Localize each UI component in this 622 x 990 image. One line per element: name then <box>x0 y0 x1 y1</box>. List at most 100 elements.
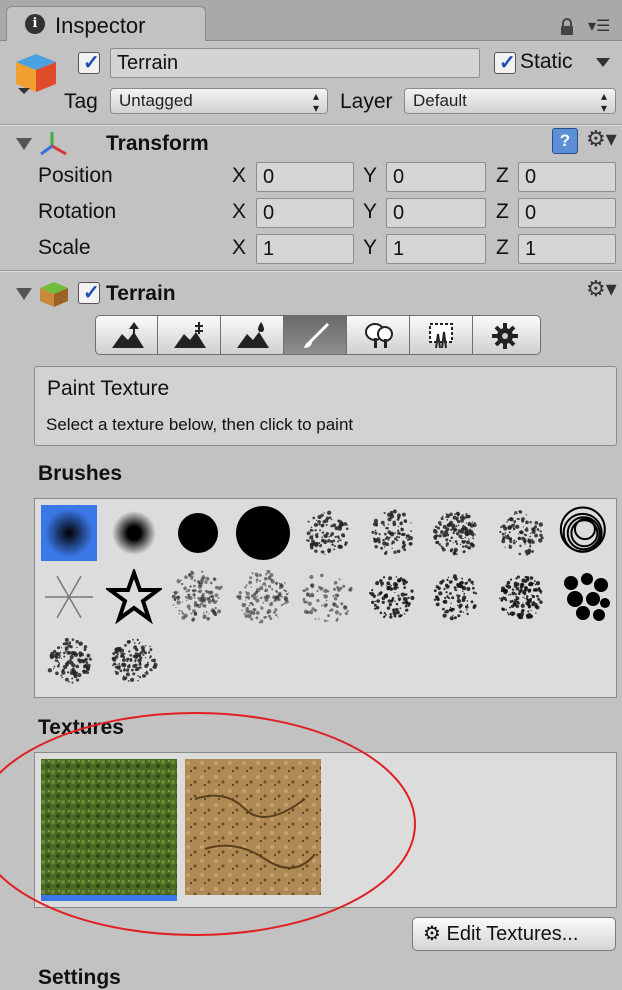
x-value-field[interactable]: 0 <box>256 162 354 192</box>
brushes-grid <box>34 498 617 698</box>
place-trees-icon <box>365 323 393 348</box>
brush-swatch[interactable] <box>41 569 97 625</box>
paint-height-icon <box>174 322 206 348</box>
static-label: Static <box>520 50 573 73</box>
paint-details-button[interactable] <box>410 315 473 355</box>
tab-menu-icon[interactable]: ▾☰ <box>588 18 618 36</box>
updown-arrows-icon: ▴ ▾ <box>600 89 607 115</box>
place-trees-button[interactable] <box>347 315 410 355</box>
brush-swatch[interactable] <box>557 505 613 561</box>
lock-icon[interactable] <box>560 18 574 36</box>
brush-shape-icon <box>178 513 218 553</box>
brush-swatch[interactable] <box>41 505 97 561</box>
terrain-settings-button[interactable] <box>473 315 541 355</box>
z-value-field[interactable]: 1 <box>518 234 616 264</box>
inspector-tab-title: Inspector <box>55 13 146 38</box>
transform-row-label: Rotation <box>38 200 117 223</box>
brush-swatch[interactable] <box>364 569 420 625</box>
z-value-field[interactable]: 0 <box>518 198 616 228</box>
axis-z-label: Z <box>496 164 509 187</box>
tool-help-box: Paint Texture Select a texture below, th… <box>34 366 617 446</box>
brush-swatch[interactable] <box>299 569 355 625</box>
brush-swatch[interactable] <box>103 566 164 625</box>
transform-title: Transform <box>106 132 209 155</box>
axis-x-label: X <box>232 200 247 223</box>
brush-shape-icon <box>235 569 289 624</box>
y-value-field[interactable]: 1 <box>386 234 486 264</box>
object-name-field[interactable]: Terrain <box>110 48 480 78</box>
inspector-tab[interactable]: i Inspector <box>6 6 206 43</box>
raise-lower-icon <box>112 322 144 348</box>
tag-dropdown[interactable]: Untagged ▴ ▾ <box>110 88 328 114</box>
transform-row-label: Scale <box>38 236 91 259</box>
brush-swatch[interactable] <box>299 505 355 561</box>
info-icon: i <box>25 14 45 34</box>
smooth-height-icon <box>237 322 269 348</box>
static-dropdown-icon[interactable] <box>596 58 610 67</box>
layer-label: Layer <box>340 90 393 113</box>
brush-shape-icon <box>103 566 164 625</box>
divider <box>0 271 622 272</box>
brush-swatch[interactable] <box>235 505 291 561</box>
terrain-foldout-icon[interactable] <box>16 288 32 300</box>
layer-dropdown[interactable]: Default ▴ ▾ <box>404 88 616 114</box>
brush-swatch[interactable] <box>41 633 97 689</box>
brush-shape-icon <box>432 511 477 556</box>
paint-texture-icon <box>304 322 330 348</box>
brush-swatch[interactable] <box>235 569 291 625</box>
axis-y-label: Y <box>363 236 378 259</box>
active-checkbox[interactable]: ✓ <box>78 52 100 74</box>
brush-shape-icon <box>235 506 290 560</box>
brush-swatch[interactable] <box>170 569 226 625</box>
tool-help-description: Select a texture below, then click to pa… <box>46 415 354 434</box>
brush-swatch[interactable] <box>428 569 484 625</box>
transform-foldout-icon[interactable] <box>16 138 32 150</box>
transform-axes-icon <box>40 132 67 156</box>
settings-gear-icon <box>492 323 518 349</box>
paint-texture-button[interactable] <box>284 315 347 355</box>
transform-settings-gear-icon[interactable]: ⚙▾ <box>586 126 617 152</box>
x-value-field[interactable]: 1 <box>256 234 354 264</box>
brush-shape-icon <box>171 570 223 622</box>
brush-swatch[interactable] <box>364 505 420 561</box>
brush-shape-icon <box>47 637 92 684</box>
edit-textures-button[interactable]: ⚙ Edit Textures... <box>412 917 616 951</box>
axis-x-label: X <box>232 236 247 259</box>
raise-lower-terrain-button[interactable] <box>95 315 158 355</box>
static-checkbox[interactable]: ✓ <box>494 52 516 74</box>
brush-swatch[interactable] <box>170 505 226 561</box>
brush-shape-icon <box>498 510 544 556</box>
z-value-field[interactable]: 0 <box>518 162 616 192</box>
paint-height-button[interactable] <box>158 315 221 355</box>
inspector-tab-bar: i Inspector ▾☰ <box>0 0 622 43</box>
brush-shape-icon <box>45 575 93 619</box>
smooth-height-button[interactable] <box>221 315 284 355</box>
y-value-field[interactable]: 0 <box>386 198 486 228</box>
brush-shape-icon <box>111 638 158 682</box>
terrain-settings-gear-icon[interactable]: ⚙▾ <box>586 276 617 302</box>
layer-value: Default <box>413 91 467 110</box>
brushes-label: Brushes <box>38 462 123 485</box>
tool-help-title: Paint Texture <box>47 377 170 400</box>
brush-swatch[interactable] <box>106 633 162 689</box>
brush-swatch[interactable] <box>493 505 549 561</box>
brush-shape-icon <box>498 575 543 620</box>
brush-shape-icon <box>564 573 610 621</box>
gameobject-cube-icon[interactable] <box>12 50 60 96</box>
brush-shape-icon <box>111 511 156 555</box>
terrain-enabled-checkbox[interactable]: ✓ <box>78 282 100 304</box>
tag-value: Untagged <box>119 91 193 110</box>
axis-y-label: Y <box>363 200 378 223</box>
x-value-field[interactable]: 0 <box>256 198 354 228</box>
brush-swatch[interactable] <box>428 505 484 561</box>
brush-shape-icon <box>41 505 97 561</box>
brush-swatch[interactable] <box>106 505 162 561</box>
axis-x-label: X <box>232 164 247 187</box>
brush-shape-icon <box>305 510 349 556</box>
help-book-icon[interactable]: ? <box>552 128 578 154</box>
paint-details-icon <box>429 323 453 349</box>
settings-section-label: Settings <box>38 966 121 989</box>
brush-swatch[interactable] <box>557 569 613 625</box>
y-value-field[interactable]: 0 <box>386 162 486 192</box>
brush-swatch[interactable] <box>493 569 549 625</box>
